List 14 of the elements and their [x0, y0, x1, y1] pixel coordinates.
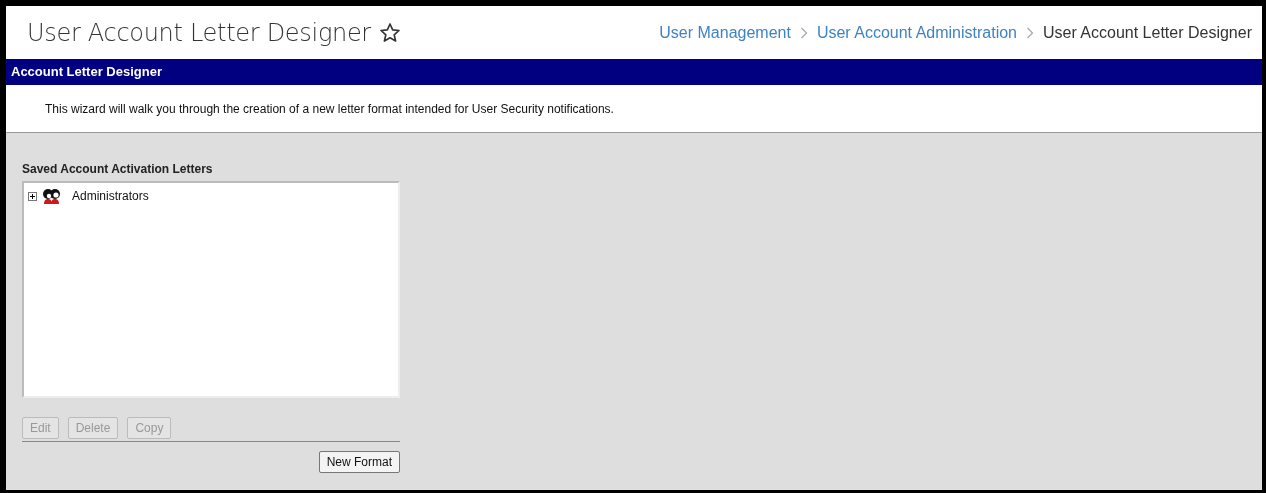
panel-header: Account Letter Designer: [6, 59, 1262, 85]
chevron-icon: [799, 26, 808, 39]
chevron-icon: [1026, 26, 1034, 39]
tree-title: Saved Account Activation Letters: [22, 162, 214, 176]
expand-icon[interactable]: [28, 191, 37, 201]
description-text: This wizard will walk you through the creation of a new letter format intended for User Security notifications.: [45, 101, 614, 116]
new-format-button[interactable]: New Format: [318, 451, 400, 473]
breadcrumb-link[interactable]: User Management: [659, 23, 791, 42]
breadcrumb-current: User Account Letter Designer: [1043, 23, 1252, 42]
user-group-icon: [42, 187, 62, 205]
tree-item[interactable]: Administrators: [72, 189, 149, 203]
page-title: User Account Letter Designer: [27, 18, 371, 47]
breadcrumb-link[interactable]: User Account Administration: [816, 23, 1017, 42]
star-icon[interactable]: [378, 21, 401, 44]
